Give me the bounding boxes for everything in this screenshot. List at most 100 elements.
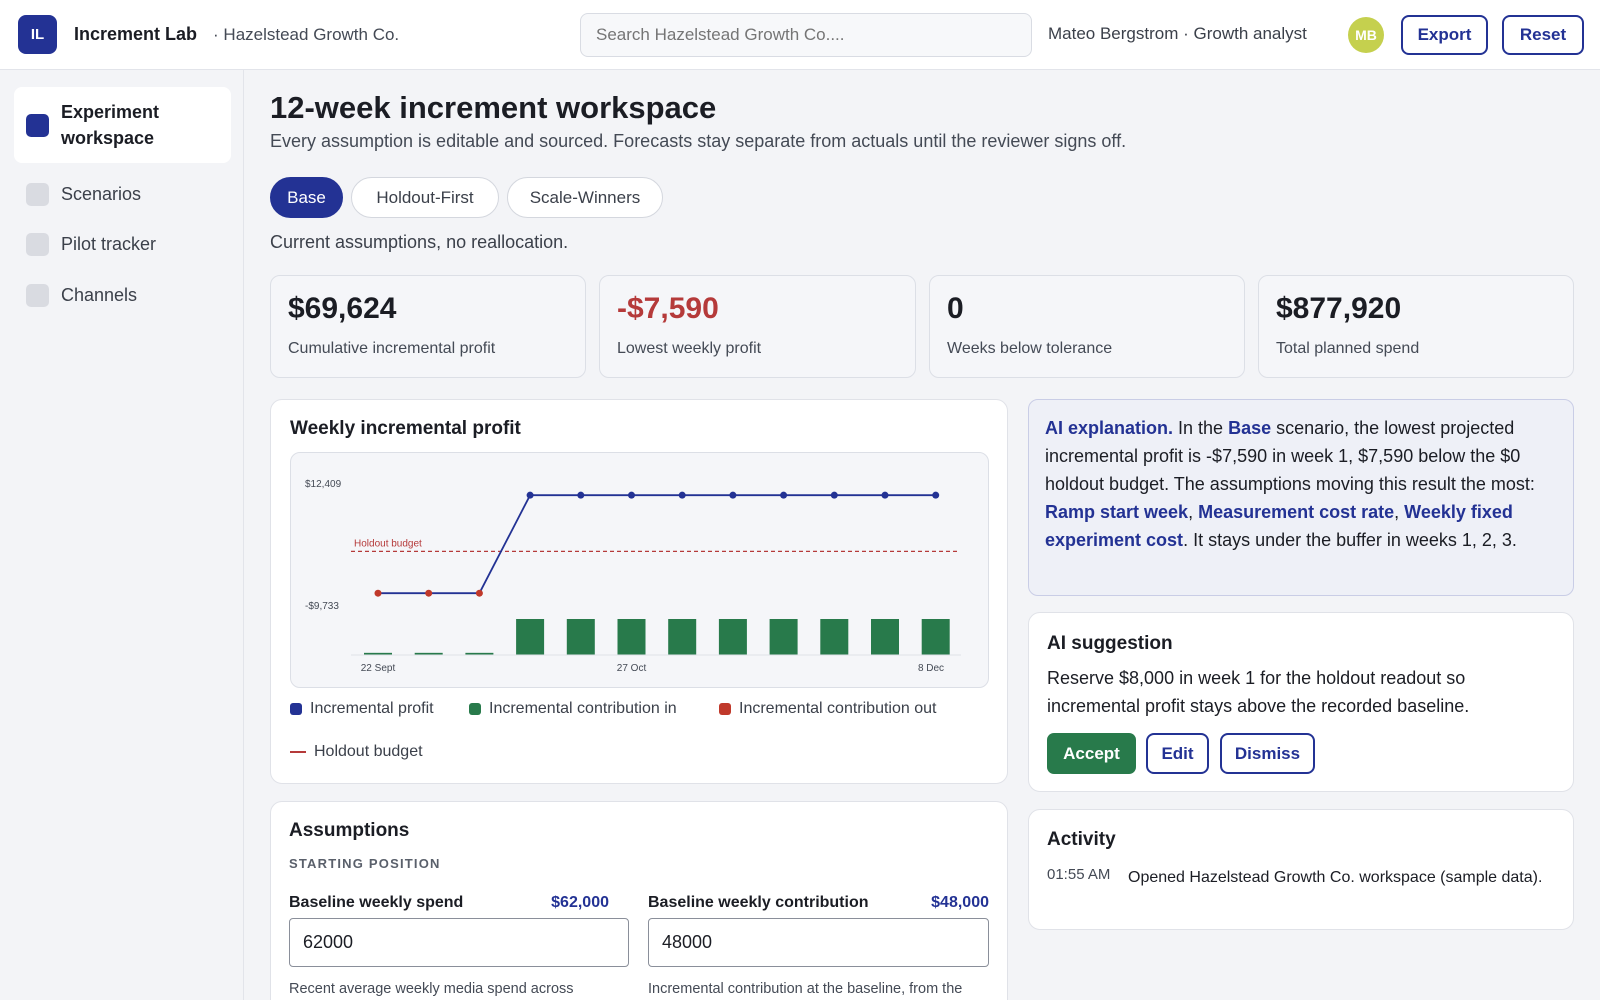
avatar[interactable]: MB	[1348, 17, 1384, 53]
app-logo[interactable]: IL	[18, 15, 57, 54]
field-display-value: $62,000	[551, 894, 609, 911]
suggestion-text: Reserve $8,000 in week 1 for the holdout…	[1047, 668, 1470, 716]
ai-suggestion-card: AI suggestion Reserve $8,000 in week 1 f…	[1028, 612, 1574, 792]
kpi-value: -$7,590	[617, 292, 719, 325]
legend-item-holdout: Holdout budget	[290, 743, 423, 761]
sidebar-item-experiment-workspace[interactable]: Experiment workspace	[14, 87, 231, 163]
field-help: Recent average weekly media spend across…	[289, 981, 574, 1000]
pilot-tracker-icon	[26, 232, 49, 256]
assumptions-title: Assumptions	[289, 820, 410, 841]
legend-label: Incremental profit	[310, 700, 434, 717]
chart-title: Weekly incremental profit	[290, 418, 521, 439]
field-label: Baseline weekly spend	[289, 894, 464, 911]
accept-button[interactable]: Accept	[1047, 733, 1136, 774]
profit-point	[425, 589, 433, 597]
org-name: · Hazelstead Growth Co.	[213, 24, 400, 44]
field-display-value: $48,000	[931, 894, 989, 911]
contribution-bar	[718, 619, 747, 655]
sidebar: Experiment workspace Scenarios Pilot tra…	[0, 70, 244, 1000]
kpi-label: Cumulative incremental profit	[288, 340, 496, 357]
profit-point	[780, 491, 788, 499]
holdout-line-icon	[290, 751, 306, 753]
export-button[interactable]: Export	[1401, 15, 1488, 55]
baseline-weekly-spend-input[interactable]	[289, 918, 629, 967]
field-help: Incremental contribution at the baseline…	[648, 981, 963, 1000]
sidebar-item-channels[interactable]: Channels	[14, 273, 231, 317]
profit-point	[577, 491, 585, 499]
activity-title: Activity	[1047, 829, 1116, 850]
legend-item-contribution-out: Incremental contribution out	[719, 700, 936, 718]
sidebar-item-pilot-tracker[interactable]: Pilot tracker	[14, 222, 231, 266]
legend-label: Holdout budget	[314, 743, 423, 760]
ai-text: . It stays under the buffer in weeks 1, …	[1183, 530, 1517, 550]
kpi-label: Lowest weekly profit	[617, 340, 762, 357]
user-name: Mateo Bergstrom · Growth analyst	[1048, 24, 1307, 43]
kpi-value: 0	[947, 292, 964, 325]
workspace-icon	[26, 113, 49, 137]
ai-text: In the	[1173, 418, 1229, 438]
contribution-in-swatch-icon	[469, 703, 481, 715]
tab-base[interactable]: Base	[270, 177, 343, 218]
assumption-measurement-cost-rate: Measurement cost rate	[1198, 502, 1395, 522]
kpi-cumulative-profit: $69,624 Cumulative incremental profit	[270, 275, 586, 378]
ai-explanation: AI explanation. In the Base scenario, th…	[1028, 399, 1574, 596]
kpi-label: Weeks below tolerance	[947, 340, 1113, 357]
contribution-bar	[820, 619, 849, 655]
activity-card: Activity 01:55 AM Opened Hazelstead Grow…	[1028, 809, 1574, 930]
ai-explanation-lead: AI explanation.	[1045, 418, 1174, 438]
ai-text: ,	[1394, 502, 1405, 522]
contribution-out-swatch-icon	[719, 703, 731, 715]
y-tick-label: $12,409	[305, 479, 342, 490]
x-tick-label: 8 Dec	[918, 663, 944, 674]
x-tick-label: 27 Oct	[617, 663, 647, 674]
activity-text: Opened Hazelstead Growth Co. workspace (…	[1128, 869, 1543, 886]
page-title: 12-week increment workspace	[270, 90, 717, 125]
legend-item-contribution-in: Incremental contribution in	[469, 700, 677, 718]
kpi-lowest-weekly-profit: -$7,590 Lowest weekly profit	[599, 275, 916, 378]
profit-line	[378, 494, 936, 595]
tab-holdout-first[interactable]: Holdout-First	[351, 177, 499, 218]
profit-point	[729, 491, 737, 499]
contribution-bar	[769, 619, 798, 655]
reset-button[interactable]: Reset	[1502, 15, 1584, 55]
contribution-bar	[921, 619, 950, 655]
assumption-ramp-start-week: Ramp start week	[1045, 502, 1189, 522]
contribution-bar	[871, 619, 899, 655]
x-tick-label: 22 Sept	[361, 663, 396, 674]
y-tick-label: -$9,733	[305, 601, 339, 612]
sidebar-item-scenarios[interactable]: Scenarios	[14, 172, 231, 216]
ai-text: ,	[1188, 502, 1199, 522]
kpi-total-planned-spend: $877,920 Total planned spend	[1258, 275, 1574, 378]
profit-point	[830, 491, 838, 499]
scenarios-icon	[26, 182, 49, 206]
chart-card: Weekly incremental profit $12,409 -$9,733…	[270, 399, 1008, 784]
kpi-weeks-below-tolerance: 0 Weeks below tolerance	[929, 275, 1245, 378]
activity-time: 01:55 AM	[1047, 866, 1111, 883]
holdout-budget-label: Holdout budget	[354, 538, 422, 549]
tab-scale-winners[interactable]: Scale-Winners	[507, 177, 663, 218]
dismiss-button[interactable]: Dismiss	[1220, 733, 1315, 774]
profit-point	[678, 491, 686, 499]
profit-chart: $12,409 -$9,733 Holdout budget 22 Sept 27 Oc…	[305, 479, 961, 674]
ai-scenario-name: Base	[1228, 418, 1272, 438]
section-label: STARTING POSITION	[289, 856, 441, 871]
scenario-description: Current assumptions, no reallocation.	[270, 232, 569, 252]
profit-point	[475, 589, 483, 597]
legend-label: Incremental contribution out	[739, 700, 937, 717]
legend-label: Incremental contribution in	[489, 700, 677, 717]
channels-icon	[26, 283, 49, 307]
profit-swatch-icon	[290, 703, 302, 715]
kpi-value: $69,624	[288, 292, 397, 325]
field-label: Baseline weekly contribution	[648, 894, 869, 911]
legend-item-profit: Incremental profit	[290, 700, 434, 718]
profit-point	[628, 491, 635, 499]
contribution-bar	[516, 619, 545, 655]
edit-button[interactable]: Edit	[1146, 733, 1209, 774]
sidebar-item-label: Channels	[61, 284, 138, 305]
contribution-bar	[668, 619, 697, 655]
search-input[interactable]	[580, 13, 1032, 57]
profit-point	[374, 589, 382, 597]
baseline-weekly-contribution-input[interactable]	[648, 918, 989, 967]
sidebar-item-label: Experiment workspace	[61, 102, 160, 148]
app-name: Increment Lab	[74, 24, 198, 44]
